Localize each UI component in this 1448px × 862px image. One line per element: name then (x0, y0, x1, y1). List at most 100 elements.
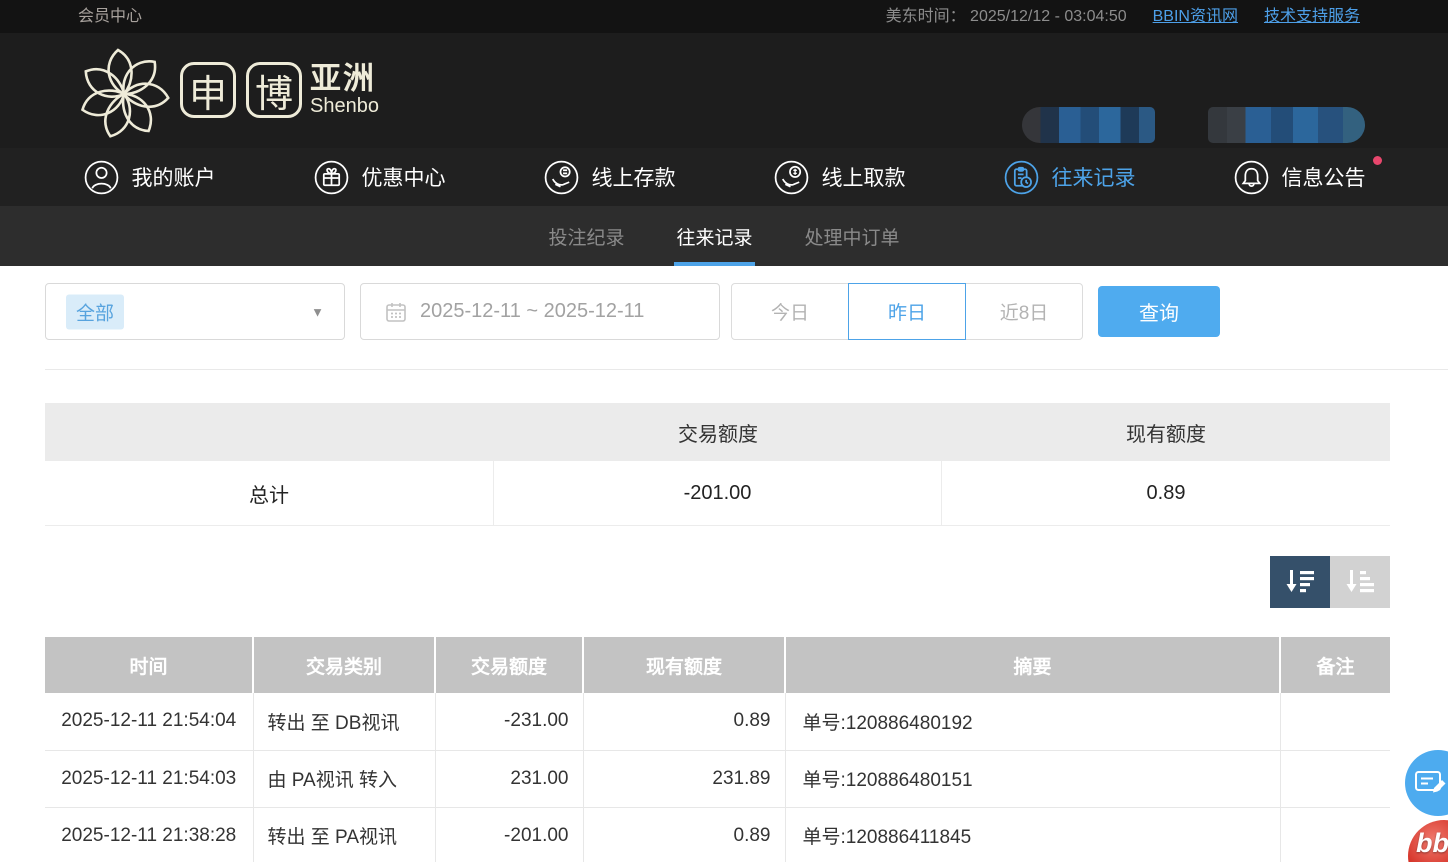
lotus-flower-icon (72, 38, 176, 142)
brand-char-shen: 申 (180, 62, 236, 118)
eastern-time-label: 美东时间： 2025/12/12 - 03:04:50 (886, 2, 1127, 26)
section-divider (45, 369, 1448, 370)
cell-balance: 0.89 (583, 693, 785, 750)
bbin-news-link[interactable]: BBIN资讯网 (1153, 2, 1238, 26)
nav-item-transaction-records[interactable]: 往来记录 (954, 148, 1184, 206)
cell-remark (1280, 693, 1390, 750)
nav-item-promotions[interactable]: 优惠中心 (264, 148, 494, 206)
table-row: 2025-12-11 21:54:03 由 PA视讯 转入 231.00 231… (45, 750, 1390, 807)
summary-header-trade: 交易额度 (494, 403, 942, 461)
nav-label: 信息公告 (1282, 162, 1366, 192)
chat-form-icon (1414, 769, 1448, 797)
cell-summary: 单号:120886480151 (785, 750, 1280, 807)
nav-item-my-account[interactable]: 我的账户 (34, 148, 264, 206)
cell-summary: 单号:120886480192 (785, 693, 1280, 750)
brand-logo[interactable]: 申 博 亚洲 Shenbo (72, 38, 379, 142)
cell-balance: 231.89 (583, 750, 785, 807)
bell-icon (1233, 159, 1270, 196)
tech-support-link[interactable]: 技术支持服务 (1264, 2, 1360, 26)
filter-bar: 全部 ▼ 2025-12-11 ~ 2025-12-11 今日 昨日 近8日 查… (45, 283, 1220, 340)
cell-remark (1280, 807, 1390, 862)
transaction-record-icon (1003, 159, 1040, 196)
sort-toggle-group (1270, 556, 1390, 608)
cell-amount: -231.00 (435, 693, 583, 750)
date-range-input[interactable]: 2025-12-11 ~ 2025-12-11 (360, 283, 720, 340)
category-selected-chip: 全部 (66, 294, 124, 329)
brand-region: 亚洲 Shenbo (310, 63, 379, 117)
col-amount: 交易额度 (435, 637, 583, 693)
quick-yesterday-button[interactable]: 昨日 (848, 283, 966, 340)
sort-descending-button[interactable] (1270, 556, 1330, 608)
category-select[interactable]: 全部 ▼ (45, 283, 345, 340)
summary-total-balance: 0.89 (942, 461, 1390, 525)
notification-dot (1373, 156, 1382, 165)
col-balance: 现有额度 (583, 637, 785, 693)
redacted-balance (1208, 107, 1365, 143)
main-nav: 我的账户 优惠中心 线上存款 线上取款 (0, 148, 1448, 206)
user-icon (83, 159, 120, 196)
topbar-right: 美东时间： 2025/12/12 - 03:04:50 BBIN资讯网 技术支持… (886, 2, 1360, 26)
nav-label: 优惠中心 (362, 162, 446, 192)
content-area: 全部 ▼ 2025-12-11 ~ 2025-12-11 今日 昨日 近8日 查… (0, 266, 1448, 862)
col-time: 时间 (45, 637, 253, 693)
brand-region-en: Shenbo (310, 96, 379, 117)
summary-table: 交易额度 现有额度 总计 -201.00 0.89 (45, 403, 1390, 526)
brand-header: 申 博 亚洲 Shenbo (0, 33, 1448, 148)
withdraw-hand-coin-icon (773, 159, 810, 196)
cell-remark (1280, 750, 1390, 807)
nav-label: 线上存款 (592, 162, 676, 192)
summary-header-row: 交易额度 现有额度 (45, 403, 1390, 461)
table-row: 2025-12-11 21:38:28 转出 至 PA视讯 -201.00 0.… (45, 807, 1390, 862)
nav-label: 我的账户 (132, 162, 216, 192)
cell-amount: -201.00 (435, 807, 583, 862)
table-header-row: 时间 交易类别 交易额度 现有额度 摘要 备注 (45, 637, 1390, 693)
sort-ascending-icon (1343, 567, 1377, 597)
cell-time: 2025-12-11 21:54:03 (45, 750, 253, 807)
sort-descending-icon (1283, 567, 1317, 597)
top-utility-bar: 会员中心 美东时间： 2025/12/12 - 03:04:50 BBIN资讯网… (0, 0, 1448, 33)
nav-label: 往来记录 (1052, 162, 1136, 192)
brand-region-zh: 亚洲 (310, 63, 379, 96)
sort-ascending-button[interactable] (1330, 556, 1390, 608)
record-subtabs: 投注纪录 往来记录 处理中订单 (0, 206, 1448, 266)
cell-time: 2025-12-11 21:54:04 (45, 693, 253, 750)
cell-balance: 0.89 (583, 807, 785, 862)
summary-header-balance: 现有额度 (942, 403, 1390, 461)
quick-today-button[interactable]: 今日 (731, 283, 849, 340)
cell-type: 由 PA视讯 转入 (253, 750, 435, 807)
nav-item-announcements[interactable]: 信息公告 (1184, 148, 1414, 206)
summary-header-empty (45, 403, 494, 461)
tab-processing-orders[interactable]: 处理中订单 (803, 206, 902, 266)
brand-char-bo: 博 (246, 62, 302, 118)
nav-item-online-withdraw[interactable]: 线上取款 (724, 148, 954, 206)
date-range-value: 2025-12-11 ~ 2025-12-11 (420, 300, 644, 323)
deposit-hand-coin-icon (543, 159, 580, 196)
cell-type: 转出 至 PA视讯 (253, 807, 435, 862)
cell-time: 2025-12-11 21:38:28 (45, 807, 253, 862)
query-button[interactable]: 查询 (1098, 286, 1220, 337)
summary-total-label: 总计 (45, 461, 494, 525)
col-type: 交易类别 (253, 637, 435, 693)
bbin-logo-text: bb (1416, 828, 1448, 859)
cell-summary: 单号:120886411845 (785, 807, 1280, 862)
table-row: 2025-12-11 21:54:04 转出 至 DB视讯 -231.00 0.… (45, 693, 1390, 750)
tab-transaction-records[interactable]: 往来记录 (674, 206, 754, 266)
redacted-username (1022, 107, 1155, 143)
transactions-table: 时间 交易类别 交易额度 现有额度 摘要 备注 2025-12-11 21:54… (45, 637, 1390, 862)
chevron-down-icon: ▼ (311, 304, 324, 319)
cell-type: 转出 至 DB视讯 (253, 693, 435, 750)
summary-total-row: 总计 -201.00 0.89 (45, 461, 1390, 526)
gift-icon (313, 159, 350, 196)
summary-total-trade: -201.00 (494, 461, 942, 525)
nav-label: 线上取款 (822, 162, 906, 192)
quick-last8days-button[interactable]: 近8日 (965, 283, 1083, 340)
nav-item-online-deposit[interactable]: 线上存款 (494, 148, 724, 206)
brand-characters: 申 博 (180, 62, 302, 118)
quick-date-group: 今日 昨日 近8日 (731, 283, 1083, 340)
member-center-label: 会员中心 (78, 2, 142, 26)
tab-betting-records[interactable]: 投注纪录 (546, 206, 626, 266)
col-remark: 备注 (1280, 637, 1390, 693)
calendar-icon (385, 301, 407, 323)
col-summary: 摘要 (785, 637, 1280, 693)
cell-amount: 231.00 (435, 750, 583, 807)
